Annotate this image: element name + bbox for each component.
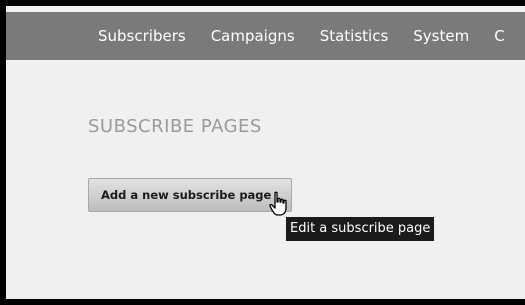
hand-pointer-icon: [269, 191, 287, 216]
nav-item-statistics[interactable]: Statistics: [320, 27, 389, 45]
tooltip: Edit a subscribe page: [286, 217, 435, 241]
nav-item-truncated[interactable]: C: [494, 27, 504, 45]
app-window: Subscribers Campaigns Statistics System …: [6, 6, 525, 299]
page-title: SUBSCRIBE PAGES: [88, 116, 262, 137]
nav-item-subscribers[interactable]: Subscribers: [98, 27, 186, 45]
nav-item-campaigns[interactable]: Campaigns: [211, 27, 295, 45]
nav-item-system[interactable]: System: [413, 27, 469, 45]
top-navigation: Subscribers Campaigns Statistics System …: [6, 12, 525, 60]
add-subscribe-page-button[interactable]: Add a new subscribe page: [88, 178, 292, 212]
